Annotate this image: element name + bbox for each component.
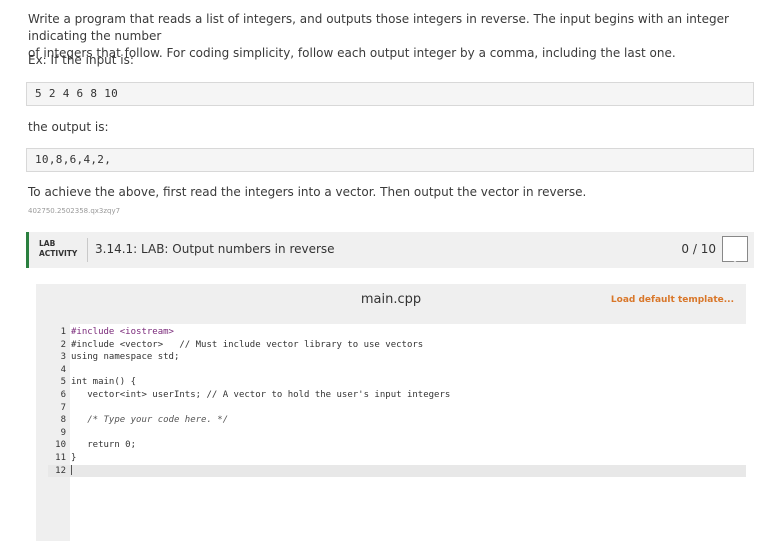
- lab-tag-line-2: ACTIVITY: [39, 249, 78, 258]
- lab-tag-line-1: LAB: [39, 239, 56, 248]
- code-line-10[interactable]: 10 return 0;: [48, 439, 746, 452]
- line-number: 5: [60, 377, 66, 388]
- code-line-2[interactable]: 2 #include <vector> // Must include vect…: [48, 339, 746, 352]
- code-text[interactable]: /* Type your code here. */: [71, 414, 228, 427]
- code-line-8[interactable]: 8 /* Type your code here. */: [48, 414, 746, 427]
- code-text[interactable]: #include <vector> // Must include vector…: [71, 339, 423, 352]
- line-number: 11: [55, 453, 66, 463]
- code-line-1[interactable]: 1 #include <iostream>: [48, 326, 746, 339]
- code-text[interactable]: return 0;: [71, 439, 136, 452]
- instructions-line-1: Write a program that reads a list of int…: [28, 12, 729, 43]
- instructions-line-2: of integers that follow. For coding simp…: [28, 46, 676, 60]
- line-number: 3: [60, 352, 66, 363]
- code-text[interactable]: int main() {: [71, 376, 136, 389]
- code-line-5[interactable]: 5 int main() {: [48, 376, 746, 389]
- load-default-template-link[interactable]: Load default template...: [611, 295, 734, 305]
- score-badge-icon: [722, 236, 748, 262]
- lab-activity-tag: LAB ACTIVITY: [39, 239, 77, 259]
- score-text: 0 / 10: [681, 242, 716, 256]
- code-cursor-line[interactable]: [71, 465, 72, 478]
- problem-id: 402750.2502358.qx3zqy7: [28, 207, 121, 215]
- line-number: 1: [60, 327, 66, 337]
- code-editor-panel: main.cpp Load default template... 1 #inc…: [36, 284, 746, 541]
- code-line-4[interactable]: 4: [48, 364, 746, 377]
- output-label: the output is:: [28, 120, 109, 134]
- example-output-box: 10,8,6,4,2,: [26, 148, 754, 172]
- lab-title: 3.14.1: LAB: Output numbers in reverse: [95, 242, 335, 256]
- code-line-11[interactable]: 11 }: [48, 452, 746, 465]
- code-editor[interactable]: 1 #include <iostream> 2 #include <vector…: [48, 324, 746, 541]
- code-line-9[interactable]: 9: [48, 427, 746, 440]
- lab-activity-header: LAB ACTIVITY 3.14.1: LAB: Output numbers…: [26, 232, 754, 268]
- line-number: 7: [60, 402, 66, 413]
- code-line-6[interactable]: 6 vector<int> userInts; // A vector to h…: [48, 389, 746, 402]
- code-line-12[interactable]: 12: [48, 464, 746, 478]
- instructions-text: Write a program that reads a list of int…: [28, 11, 758, 62]
- line-number: 8: [60, 415, 66, 426]
- code-line-7[interactable]: 7: [48, 402, 746, 415]
- code-text[interactable]: }: [71, 452, 76, 465]
- line-number: 4: [60, 364, 66, 375]
- text-cursor: [71, 465, 72, 476]
- code-text[interactable]: #include <iostream>: [71, 326, 174, 339]
- line-number: 9: [60, 427, 66, 438]
- example-input-box: 5 2 4 6 8 10: [26, 82, 754, 106]
- example-label: Ex: If the input is:: [28, 53, 134, 67]
- line-number: 12: [55, 465, 66, 476]
- line-number: 10: [55, 440, 66, 451]
- lab-divider: [87, 238, 88, 262]
- line-number: 2: [60, 339, 66, 350]
- code-line-3[interactable]: 3 using namespace std;: [48, 351, 746, 364]
- hint-text: To achieve the above, first read the int…: [28, 185, 587, 199]
- line-number: 6: [60, 390, 66, 400]
- code-text[interactable]: vector<int> userInts; // A vector to hol…: [71, 389, 450, 402]
- code-text[interactable]: using namespace std;: [71, 351, 179, 364]
